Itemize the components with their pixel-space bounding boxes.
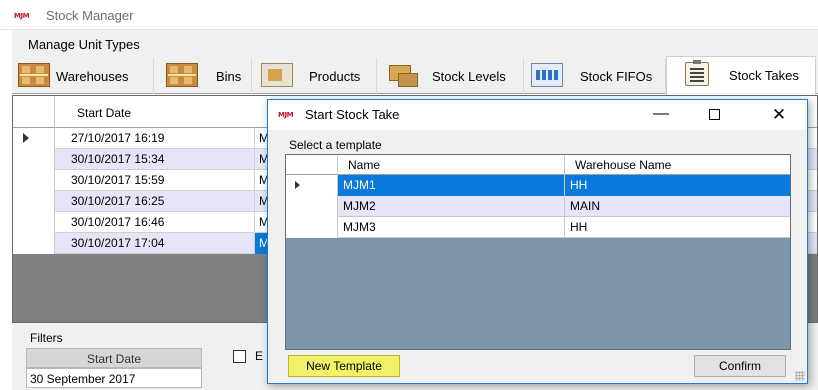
- tab-label: Warehouses: [56, 69, 129, 84]
- current-row-arrow-icon: [295, 181, 300, 189]
- cell-warehouse-name[interactable]: HH: [565, 175, 790, 196]
- cell-template-name[interactable]: MJM1: [338, 175, 565, 196]
- cell-start-date[interactable]: 30/10/2017 15:34: [55, 149, 255, 170]
- row-header[interactable]: [13, 149, 55, 170]
- maximize-icon[interactable]: [691, 100, 737, 130]
- cell-start-date[interactable]: 30/10/2017 16:25: [55, 191, 255, 212]
- cell-start-date[interactable]: 27/10/2017 16:19: [55, 128, 255, 149]
- tab-stock-takes[interactable]: Stock Takes: [666, 56, 816, 95]
- row-header-corner: [13, 96, 55, 128]
- resize-grip-icon[interactable]: [795, 371, 805, 381]
- tab-stock-levels[interactable]: Stock Levels: [377, 58, 524, 94]
- end-date-checkbox-label: E: [255, 349, 264, 363]
- row-header-corner: [286, 155, 338, 175]
- tab-label: Stock Levels: [432, 69, 506, 84]
- start-date-filter-header: Start Date: [26, 348, 202, 368]
- column-header-start-date[interactable]: Start Date: [77, 106, 131, 120]
- mjm-logo-icon: MJM: [14, 12, 30, 20]
- select-template-label: Select a template: [289, 138, 382, 152]
- dialog-title: Start Stock Take: [305, 107, 400, 122]
- start-date-filter-input[interactable]: 30 September 2017: [26, 368, 202, 388]
- row-header[interactable]: [286, 217, 338, 238]
- app-title: Stock Manager: [46, 8, 134, 23]
- cell-template-name[interactable]: MJM2: [338, 196, 565, 217]
- cell-start-date[interactable]: 30/10/2017 15:59: [55, 170, 255, 191]
- template-grid[interactable]: Name Warehouse Name MJM1 HH MJM2 MAIN MJ…: [285, 154, 791, 350]
- menu-bar: Manage Unit Types: [12, 30, 818, 58]
- row-header[interactable]: [286, 196, 338, 217]
- menu-manage-unit-types[interactable]: Manage Unit Types: [28, 37, 140, 52]
- filters-label: Filters: [30, 331, 63, 345]
- column-header-warehouse-name[interactable]: Warehouse Name: [565, 155, 790, 175]
- new-template-button[interactable]: New Template: [288, 355, 400, 377]
- tab-label: Stock Takes: [729, 68, 799, 83]
- row-header[interactable]: [13, 233, 55, 254]
- row-header[interactable]: [13, 170, 55, 191]
- cell-start-date[interactable]: 30/10/2017 17:04: [55, 233, 255, 254]
- row-header[interactable]: [13, 212, 55, 233]
- minimize-icon[interactable]: —: [638, 100, 684, 130]
- current-row-arrow-icon: [23, 133, 29, 143]
- stock-boxes-icon: [386, 63, 418, 87]
- bins-shelf-icon: [166, 63, 198, 87]
- cell-template-name[interactable]: MJM3: [338, 217, 565, 238]
- tab-label: Bins: [216, 69, 242, 84]
- row-header[interactable]: [286, 175, 338, 196]
- template-row[interactable]: MJM3 HH: [286, 217, 790, 238]
- maximize-box-icon: [708, 109, 720, 120]
- template-grid-header: Name Warehouse Name: [286, 155, 790, 175]
- cell-warehouse-name[interactable]: HH: [565, 217, 790, 238]
- row-header[interactable]: [13, 128, 55, 149]
- dialog-title-bar[interactable]: MJM Start Stock Take — ✕: [268, 100, 807, 130]
- fifo-rack-icon: [531, 63, 563, 87]
- clipboard-icon: [685, 60, 709, 86]
- template-row[interactable]: MJM2 MAIN: [286, 196, 790, 217]
- tab-bins[interactable]: Bins: [154, 58, 252, 94]
- close-icon[interactable]: ✕: [756, 100, 802, 130]
- tab-warehouses[interactable]: Warehouses: [12, 58, 154, 94]
- end-date-checkbox[interactable]: [233, 350, 246, 363]
- row-header[interactable]: [13, 191, 55, 212]
- cell-warehouse-name[interactable]: MAIN: [565, 196, 790, 217]
- product-box-icon: [261, 63, 293, 87]
- template-row[interactable]: MJM1 HH: [286, 175, 790, 196]
- warehouse-shelf-icon: [18, 63, 50, 87]
- tab-label: Products: [309, 69, 361, 84]
- tab-label: Stock FIFOs: [580, 69, 653, 84]
- mjm-logo-icon: MJM: [278, 111, 294, 119]
- tab-strip: Warehouses Bins Products Stock Levels St…: [12, 56, 818, 95]
- tab-stock-fifos[interactable]: Stock FIFOs: [524, 58, 666, 94]
- cell-start-date[interactable]: 30/10/2017 16:46: [55, 212, 255, 233]
- start-stock-take-dialog: MJM Start Stock Take — ✕ Select a templa…: [267, 99, 808, 384]
- main-title-bar: MJM Stock Manager: [0, 0, 818, 30]
- column-header-name[interactable]: Name: [338, 155, 565, 175]
- tab-products[interactable]: Products: [252, 58, 377, 94]
- confirm-button[interactable]: Confirm: [694, 355, 786, 377]
